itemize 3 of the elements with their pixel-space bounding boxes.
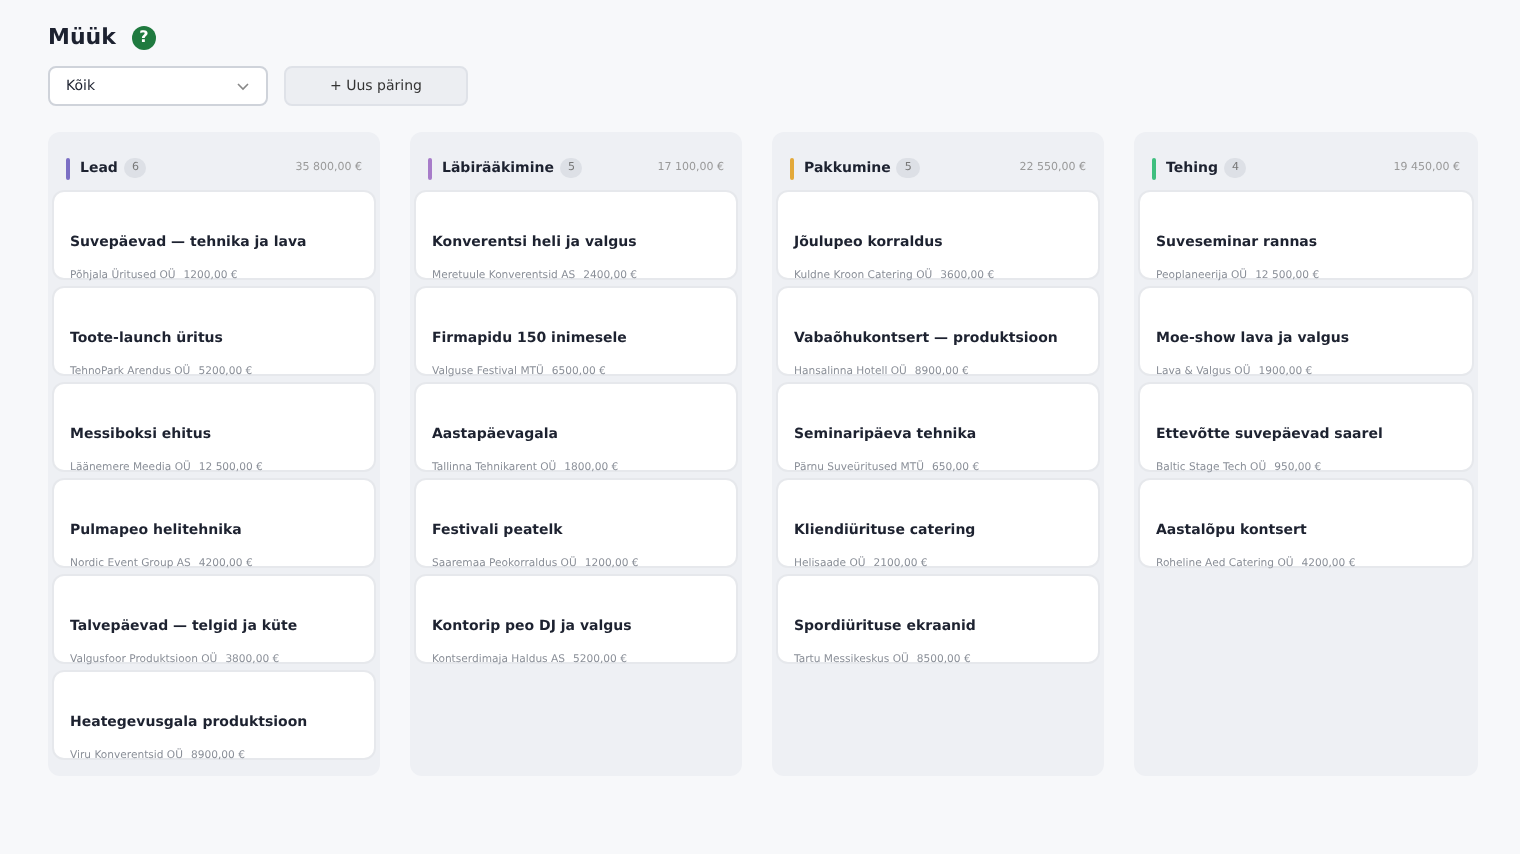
- page-title: Müük: [48, 24, 116, 51]
- help-icon[interactable]: ?: [131, 25, 156, 50]
- chevron-down-icon: [236, 81, 250, 92]
